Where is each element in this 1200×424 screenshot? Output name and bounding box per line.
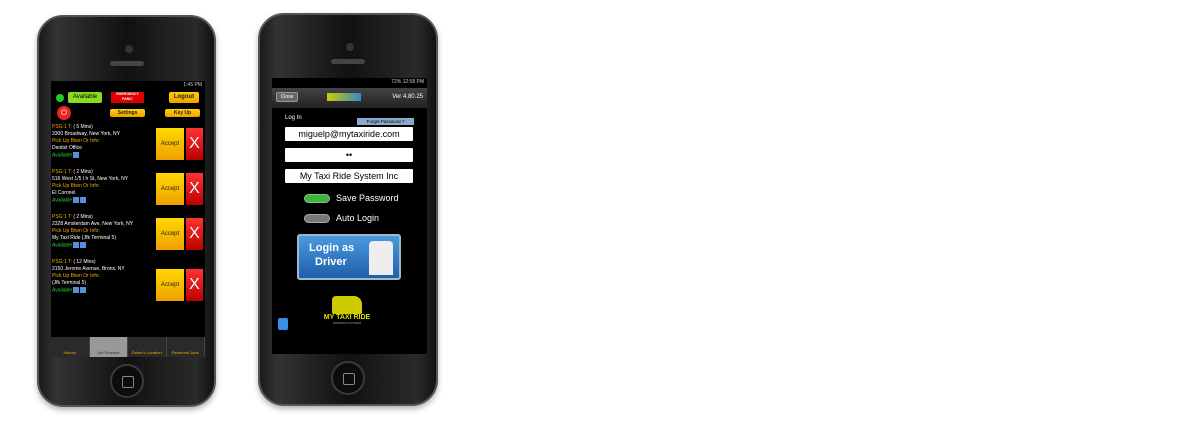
driver-icon <box>369 241 393 275</box>
time-label: T: <box>68 259 72 265</box>
job-eta: ( 2 Mins) <box>73 214 93 220</box>
plane-icon <box>80 197 87 203</box>
accept-button[interactable]: Accept <box>156 173 184 205</box>
save-password-toggle[interactable] <box>304 194 330 203</box>
bottom-nav: History Job Request Driver's Location Re… <box>51 337 205 357</box>
key-up-button[interactable]: Key Up <box>165 109 200 117</box>
settings-button[interactable]: Settings <box>110 109 145 117</box>
status-bar: 72% 12:58 PM <box>272 78 427 87</box>
login-heading: Log In <box>285 115 302 121</box>
passenger-count: PSG:1 <box>52 259 67 265</box>
job-item: PSG:1 T: ( 2 Mins) 516 West 1/5 I h St, … <box>52 169 204 215</box>
accept-button[interactable]: Accept <box>156 218 184 250</box>
camera <box>125 45 133 53</box>
reject-button[interactable]: X <box>186 269 203 301</box>
job-status: Available <box>52 152 73 159</box>
passenger-count: PSG:1 <box>52 214 67 220</box>
plane-icon <box>80 287 87 293</box>
status-time: 1:45 PM <box>183 82 202 88</box>
speaker <box>109 61 144 66</box>
phone-right: 72% 12:58 PM Close Ver 4.80.25 Log In Fo… <box>258 13 438 406</box>
login-screen: 72% 12:58 PM Close Ver 4.80.25 Log In Fo… <box>272 78 427 354</box>
taxi-icon <box>73 287 80 293</box>
emergency-panic-button[interactable]: EMERGENCY PANIC <box>111 92 144 103</box>
home-button[interactable] <box>331 361 365 395</box>
teamviewer-icon[interactable] <box>278 318 288 330</box>
battery-level: 72% <box>391 79 402 85</box>
taxi-car-icon <box>332 296 362 314</box>
power-icon[interactable]: ⏻ <box>57 106 71 120</box>
passenger-count: PSG:1 <box>52 124 67 130</box>
nav-history[interactable]: History <box>51 337 90 357</box>
job-item: PSG:1 T: ( 12 Mins) 2150 Jerome Avenue, … <box>52 259 204 305</box>
auto-login-toggle[interactable] <box>304 214 330 223</box>
accept-button[interactable]: Accept <box>156 128 184 160</box>
nav-job-request[interactable]: Job Request <box>89 337 128 357</box>
job-eta: ( 5 Mins) <box>73 124 93 130</box>
reject-button[interactable]: X <box>186 173 203 205</box>
job-status: Available <box>52 287 73 294</box>
job-item: PSG:1 T: ( 5 Mins) 3300 Broadway, New Yo… <box>52 124 204 170</box>
home-button[interactable] <box>109 364 144 398</box>
gps-indicator <box>56 94 64 102</box>
driver-jobs-screen: 1:45 PM Available EMERGENCY PANIC Logout… <box>51 81 205 357</box>
logo-text: MY TAXI RIDE <box>323 314 371 321</box>
speaker <box>331 59 365 64</box>
time-label: T: <box>68 169 72 175</box>
app-logo: MY TAXI RIDE DISPATCH SYSTEM <box>312 296 382 336</box>
plane-icon <box>80 242 87 248</box>
close-button[interactable]: Close <box>276 92 298 102</box>
phone-left: 1:45 PM Available EMERGENCY PANIC Logout… <box>37 15 216 407</box>
company-input[interactable]: My Taxi Ride System Inc <box>285 169 413 183</box>
available-button[interactable]: Available <box>68 92 102 103</box>
app-logo-small <box>327 93 361 101</box>
time-label: T: <box>68 214 72 220</box>
passenger-count: PSG:1 <box>52 169 67 175</box>
job-eta: ( 2 Mins) <box>73 169 93 175</box>
reject-button[interactable]: X <box>186 128 203 160</box>
forgot-password-link[interactable]: Forget Password ? <box>357 118 414 125</box>
nav-drivers-location[interactable]: Driver's Location <box>128 337 167 357</box>
job-item: PSG:1 T: ( 2 Mins) 2328 Amsterdam Ave, N… <box>52 214 204 260</box>
status-bar: 1:45 PM <box>51 81 205 90</box>
status-time: 12:58 PM <box>402 79 424 85</box>
taxi-icon <box>73 197 80 203</box>
logout-button[interactable]: Logout <box>169 92 199 103</box>
time-label: T: <box>68 124 72 130</box>
save-password-label: Save Password <box>336 193 399 203</box>
job-status: Available <box>52 242 73 249</box>
login-as-driver-button[interactable]: Login as Driver <box>297 234 401 280</box>
camera <box>346 43 354 51</box>
email-input[interactable]: miguelp@mytaxiride.com <box>285 127 413 141</box>
version-label: Ver 4.80.25 <box>392 94 423 100</box>
job-eta: ( 12 Mins) <box>73 259 96 265</box>
accept-button[interactable]: Accept <box>156 269 184 301</box>
reject-button[interactable]: X <box>186 218 203 250</box>
logo-subtext: DISPATCH SYSTEM <box>333 321 361 325</box>
taxi-icon <box>73 152 80 158</box>
auto-login-label: Auto Login <box>336 213 380 223</box>
taxi-icon <box>73 242 80 248</box>
job-status: Available <box>52 197 73 204</box>
password-input[interactable]: •• <box>285 148 413 162</box>
nav-reserved-jobs[interactable]: Reserved Jobs <box>167 337 205 357</box>
